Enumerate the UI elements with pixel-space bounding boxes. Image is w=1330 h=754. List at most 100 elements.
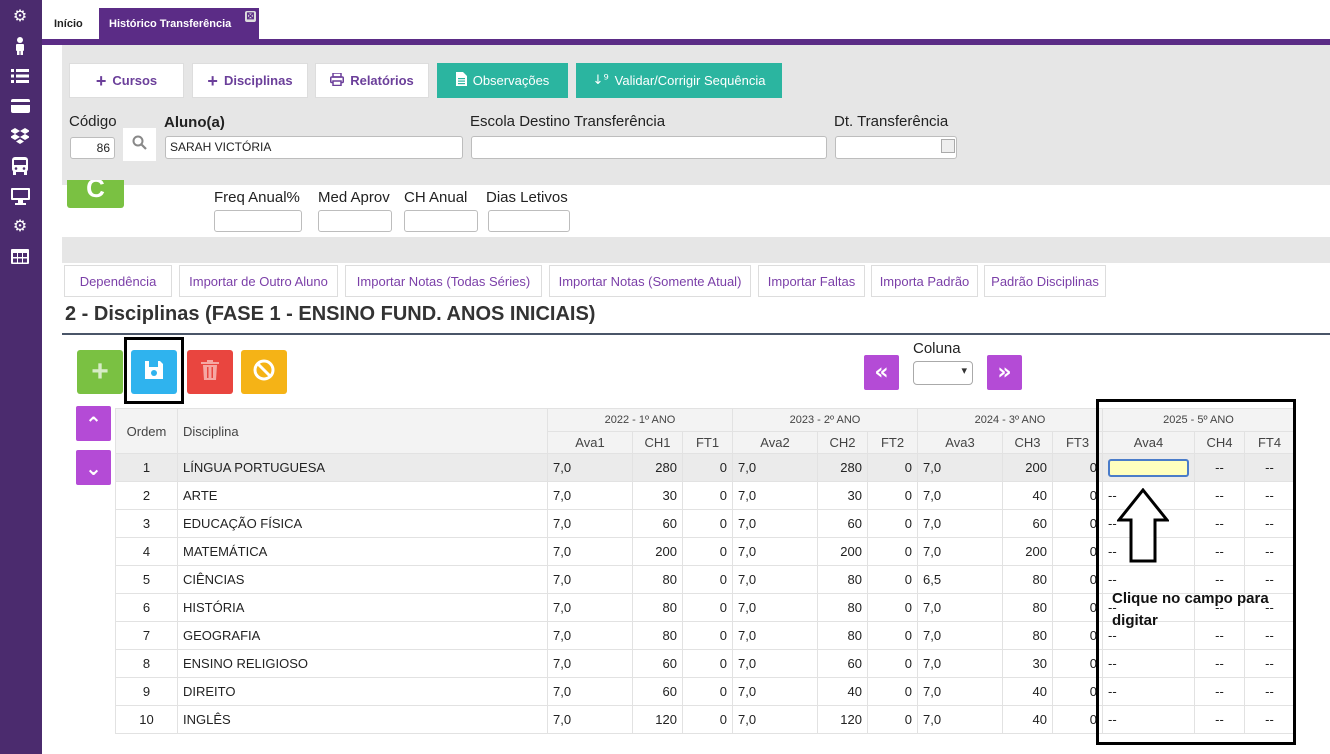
ordem-cell[interactable]: 1 bbox=[115, 453, 178, 482]
disciplina-cell[interactable]: DIREITO bbox=[177, 677, 548, 706]
ft-cell[interactable]: 0 bbox=[1052, 621, 1103, 650]
ft-cell[interactable]: 0 bbox=[867, 621, 918, 650]
col-header-ft1[interactable]: FT1 bbox=[682, 430, 733, 454]
ch-cell[interactable]: 280 bbox=[817, 453, 868, 482]
ch-cell[interactable]: 60 bbox=[1002, 509, 1053, 538]
ch-cell[interactable]: 280 bbox=[632, 453, 683, 482]
disciplina-cell[interactable]: MATEMÁTICA bbox=[177, 537, 548, 566]
ch-cell[interactable]: 80 bbox=[632, 565, 683, 594]
disciplina-cell[interactable]: HISTÓRIA bbox=[177, 593, 548, 622]
add-button[interactable]: + bbox=[77, 350, 123, 394]
ch-cell[interactable]: 40 bbox=[1002, 705, 1053, 734]
list-icon[interactable] bbox=[9, 65, 31, 87]
ordem-cell[interactable]: 6 bbox=[115, 593, 178, 622]
ch-cell[interactable]: 200 bbox=[1002, 537, 1053, 566]
dt-transferencia-field[interactable] bbox=[835, 136, 957, 159]
ava-cell[interactable]: 7,0 bbox=[732, 593, 818, 622]
ch-cell[interactable]: 60 bbox=[632, 649, 683, 678]
ch-cell[interactable]: 80 bbox=[817, 593, 868, 622]
ft-cell[interactable]: 0 bbox=[1052, 593, 1103, 622]
ordem-cell[interactable]: 5 bbox=[115, 565, 178, 594]
med-aprov-field[interactable] bbox=[318, 210, 392, 232]
codigo-field[interactable]: 86 bbox=[70, 137, 115, 159]
tab-inicio[interactable]: Início bbox=[44, 8, 93, 39]
cancel-button[interactable] bbox=[241, 350, 287, 394]
ft-cell[interactable]: 0 bbox=[682, 677, 733, 706]
ft-cell[interactable]: 0 bbox=[682, 481, 733, 510]
ava-cell[interactable]: 7,0 bbox=[917, 705, 1003, 734]
col-header-ft3[interactable]: FT3 bbox=[1052, 430, 1103, 454]
gear-icon[interactable]: ⚙ bbox=[9, 215, 31, 237]
ch-cell[interactable]: 60 bbox=[632, 677, 683, 706]
ava-cell[interactable]: 7,0 bbox=[547, 509, 633, 538]
move-down-button[interactable]: ⌄ bbox=[76, 450, 111, 485]
col-header-ava2[interactable]: Ava2 bbox=[732, 430, 818, 454]
ft-cell[interactable]: 0 bbox=[1052, 481, 1103, 510]
col-header-ch1[interactable]: CH1 bbox=[632, 430, 683, 454]
monitor-icon[interactable] bbox=[9, 185, 31, 207]
card-icon[interactable] bbox=[9, 95, 31, 117]
subtab-padrao-disciplinas[interactable]: Padrão Disciplinas bbox=[984, 265, 1106, 297]
ft-cell[interactable]: 0 bbox=[867, 677, 918, 706]
ft-cell[interactable]: 0 bbox=[682, 537, 733, 566]
subtab-importar-outro-aluno[interactable]: Importar de Outro Aluno bbox=[179, 265, 338, 297]
ft-cell[interactable]: 0 bbox=[867, 593, 918, 622]
ch-cell[interactable]: 80 bbox=[632, 593, 683, 622]
ft-cell[interactable]: 0 bbox=[682, 621, 733, 650]
ft-cell[interactable]: 0 bbox=[682, 565, 733, 594]
escola-destino-field[interactable] bbox=[471, 136, 827, 159]
ft-cell[interactable]: 0 bbox=[1052, 705, 1103, 734]
ft-cell[interactable]: 0 bbox=[682, 649, 733, 678]
subtab-importar-notas-atual[interactable]: Importar Notas (Somente Atual) bbox=[549, 265, 751, 297]
ava-cell[interactable]: 7,0 bbox=[917, 453, 1003, 482]
validar-sequencia-button[interactable]: ↓⁹ Validar/Corrigir Sequência bbox=[576, 63, 782, 98]
subtab-importar-faltas[interactable]: Importar Faltas bbox=[758, 265, 865, 297]
table-icon[interactable] bbox=[9, 245, 31, 267]
ordem-cell[interactable]: 2 bbox=[115, 481, 178, 510]
ava-cell[interactable]: 7,0 bbox=[732, 537, 818, 566]
col-header-ch3[interactable]: CH3 bbox=[1002, 430, 1053, 454]
ft-cell[interactable]: 0 bbox=[1052, 509, 1103, 538]
dias-letivos-field[interactable] bbox=[488, 210, 570, 232]
ch-cell[interactable]: 40 bbox=[817, 677, 868, 706]
ft-cell[interactable]: 0 bbox=[682, 593, 733, 622]
column-prev-button[interactable]: « bbox=[864, 355, 899, 390]
ava-cell[interactable]: 7,0 bbox=[547, 537, 633, 566]
aluno-field[interactable]: SARAH VICTÓRIA bbox=[165, 136, 463, 159]
ch-cell[interactable]: 200 bbox=[817, 537, 868, 566]
ava-cell[interactable]: 7,0 bbox=[917, 649, 1003, 678]
ava-cell[interactable]: 7,0 bbox=[732, 649, 818, 678]
bus-icon[interactable] bbox=[9, 155, 31, 177]
column-next-button[interactable]: » bbox=[987, 355, 1022, 390]
ch-cell[interactable]: 80 bbox=[1002, 565, 1053, 594]
disciplina-cell[interactable]: LÍNGUA PORTUGUESA bbox=[177, 453, 548, 482]
ava-cell[interactable]: 7,0 bbox=[917, 677, 1003, 706]
ava-cell[interactable]: 7,0 bbox=[917, 621, 1003, 650]
observacoes-button[interactable]: Observações bbox=[437, 63, 568, 98]
ft-cell[interactable]: 0 bbox=[1052, 677, 1103, 706]
ft-cell[interactable]: 0 bbox=[867, 453, 918, 482]
ava-cell[interactable]: 7,0 bbox=[547, 565, 633, 594]
ft-cell[interactable]: 0 bbox=[867, 705, 918, 734]
ft-cell[interactable]: 0 bbox=[1052, 453, 1103, 482]
ft-cell[interactable]: 0 bbox=[867, 565, 918, 594]
ft-cell[interactable]: 0 bbox=[867, 509, 918, 538]
ch-cell[interactable]: 80 bbox=[817, 621, 868, 650]
subtab-importa-padrao[interactable]: Importa Padrão bbox=[871, 265, 978, 297]
ava-cell[interactable]: 7,0 bbox=[547, 705, 633, 734]
ava-cell[interactable]: 7,0 bbox=[917, 509, 1003, 538]
ch-cell[interactable]: 80 bbox=[1002, 621, 1053, 650]
ch-cell[interactable]: 80 bbox=[632, 621, 683, 650]
person-icon[interactable] bbox=[9, 35, 31, 57]
col-header-disciplina[interactable]: Disciplina bbox=[177, 408, 548, 454]
ava-cell[interactable]: 7,0 bbox=[732, 565, 818, 594]
ava-cell[interactable]: 7,0 bbox=[917, 593, 1003, 622]
ava-cell[interactable]: 7,0 bbox=[732, 481, 818, 510]
disciplina-cell[interactable]: EDUCAÇÃO FÍSICA bbox=[177, 509, 548, 538]
coluna-select[interactable]: ▾ bbox=[913, 361, 973, 385]
ch-cell[interactable]: 120 bbox=[632, 705, 683, 734]
ch-cell[interactable]: 200 bbox=[1002, 453, 1053, 482]
col-header-ava1[interactable]: Ava1 bbox=[547, 430, 633, 454]
ft-cell[interactable]: 0 bbox=[1052, 565, 1103, 594]
ft-cell[interactable]: 0 bbox=[867, 481, 918, 510]
